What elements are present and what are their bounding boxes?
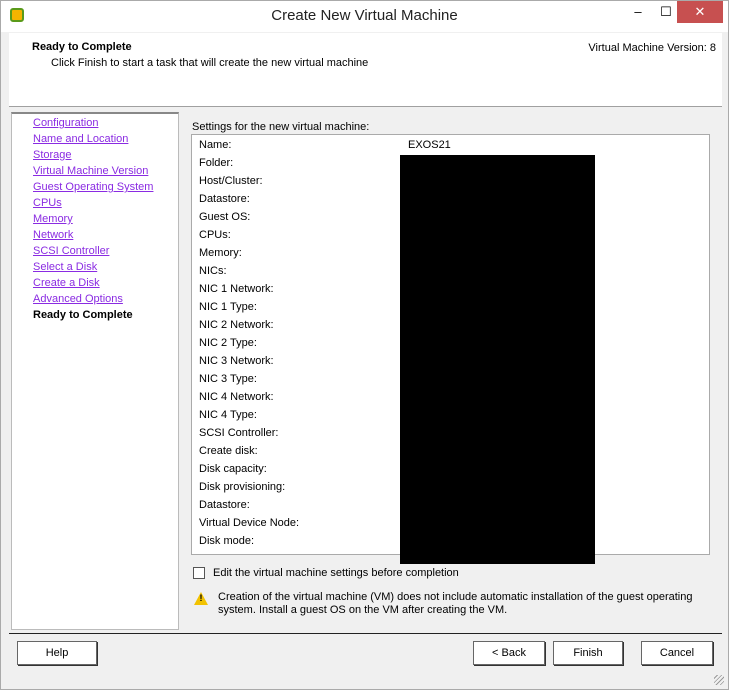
- setting-label: Memory:: [199, 247, 242, 259]
- setting-label: Datastore:: [199, 193, 250, 205]
- nav-step[interactable]: Create a Disk: [33, 277, 100, 289]
- cancel-button[interactable]: Cancel: [641, 641, 713, 665]
- settings-list: Disk mode: Virtual Device Node: Datastore:…: [191, 134, 710, 564]
- warning-text: Creation of the virtual machine (VM) doe…: [218, 591, 693, 616]
- edit-settings-checkbox[interactable]: [193, 567, 205, 579]
- nav-step[interactable]: Select a Disk: [33, 261, 97, 273]
- setting-label: Disk capacity:: [199, 463, 267, 475]
- nav-step[interactable]: CPUs: [33, 197, 62, 209]
- step-subtitle: Click Finish to start a task that will c…: [51, 57, 369, 69]
- setting-label: Disk provisioning:: [199, 481, 286, 493]
- setting-label: Datastore:: [199, 499, 250, 511]
- setting-label: Name:: [199, 139, 232, 151]
- nav-step[interactable]: Guest Operating System: [33, 181, 153, 193]
- divider: [9, 633, 722, 634]
- setting-label: NIC 1 Network:: [199, 283, 274, 295]
- step-title: Ready to Complete: [32, 41, 132, 53]
- wizard-steps-nav: Configuration Name and Location Storage Vir…: [11, 112, 179, 630]
- setting-label: CPUs:: [199, 229, 231, 241]
- setting-label: NIC 4 Type:: [199, 409, 257, 421]
- nav-step[interactable]: SCSI Controller: [33, 245, 109, 257]
- close-button[interactable]: ✕: [677, 1, 723, 23]
- name-value: EXOS21: [408, 139, 451, 151]
- edit-settings-label[interactable]: Edit the virtual machine settings before…: [213, 567, 459, 579]
- setting-label: Create disk:: [199, 445, 258, 457]
- help-button[interactable]: Help: [17, 641, 97, 665]
- warning-icon-mark: !: [199, 593, 203, 603]
- maximize-button[interactable]: ☐: [657, 1, 675, 23]
- setting-label: NIC 3 Network:: [199, 355, 274, 367]
- nav-step[interactable]: Advanced Options: [33, 293, 123, 305]
- minimize-button[interactable]: –: [629, 1, 647, 23]
- resize-grip[interactable]: [714, 675, 724, 685]
- window-title: Create New Virtual Machine: [271, 7, 458, 24]
- setting-label: SCSI Controller:: [199, 427, 279, 439]
- redacted-block: [400, 155, 595, 564]
- nav-step[interactable]: Storage: [33, 149, 72, 161]
- title-bar: Create New Virtual Machine – ☐ ✕: [1, 1, 728, 32]
- nav-step[interactable]: Network: [33, 229, 73, 241]
- setting-label: Host/Cluster:: [199, 175, 263, 187]
- setting-label: Disk mode:: [199, 535, 255, 547]
- nav-step[interactable]: Virtual Machine Version: [33, 165, 148, 177]
- setting-label: Virtual Device Node:: [199, 517, 300, 529]
- finish-button[interactable]: Finish: [553, 641, 623, 665]
- dialog-window: Create New Virtual Machine – ☐ ✕ Ready t…: [0, 0, 729, 690]
- setting-label: NIC 3 Type:: [199, 373, 257, 385]
- setting-label: NIC 1 Type:: [199, 301, 257, 313]
- setting-label: NIC 2 Network:: [199, 319, 274, 331]
- setting-label: NIC 2 Type:: [199, 337, 257, 349]
- nav-step[interactable]: Name and Location: [33, 133, 128, 145]
- nav-step[interactable]: Configuration: [33, 117, 98, 129]
- setting-label: Folder:: [199, 157, 234, 169]
- vm-version: Virtual Machine Version: 8: [588, 42, 716, 54]
- setting-label: Guest OS:: [199, 211, 251, 223]
- back-button[interactable]: < Back: [473, 641, 545, 665]
- setting-label: NICs:: [199, 265, 227, 277]
- nav-step[interactable]: Memory: [33, 213, 73, 225]
- wizard-header: Ready to Complete Click Finish to start …: [9, 33, 722, 107]
- setting-label: NIC 4 Network:: [199, 391, 274, 403]
- nav-step: Ready to Complete: [33, 309, 133, 321]
- settings-label: Settings for the new virtual machine:: [192, 121, 370, 133]
